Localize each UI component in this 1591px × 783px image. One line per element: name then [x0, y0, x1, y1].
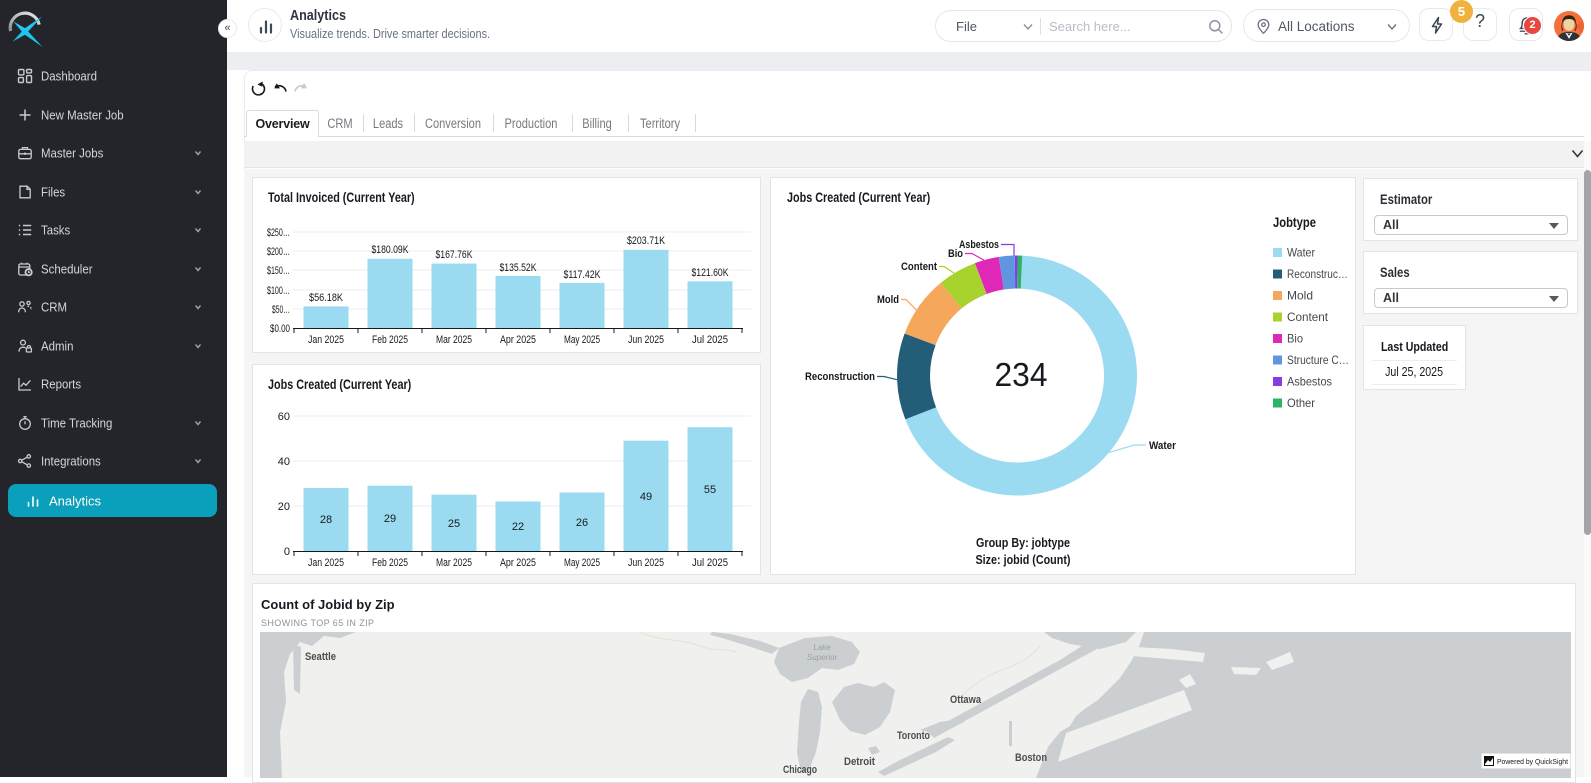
svg-text:Ottawa: Ottawa	[950, 694, 982, 706]
svg-text:$203.71K: $203.71K	[627, 235, 666, 247]
svg-text:Mold: Mold	[877, 294, 899, 306]
svg-text:0: 0	[284, 546, 290, 558]
svg-text:Apr 2025: Apr 2025	[500, 334, 536, 346]
svg-text:29: 29	[384, 513, 396, 525]
svg-text:Structure C…: Structure C…	[1287, 353, 1349, 367]
svg-text:Asbestos: Asbestos	[1287, 375, 1332, 389]
svg-text:Toronto: Toronto	[897, 730, 930, 742]
svg-text:$167.76K: $167.76K	[436, 249, 474, 261]
svg-text:Jun 2025: Jun 2025	[628, 557, 664, 569]
svg-text:Powered by QuickSight: Powered by QuickSight	[1497, 757, 1569, 766]
svg-text:Bio: Bio	[1287, 332, 1303, 346]
svg-text:$56.18K: $56.18K	[309, 292, 344, 304]
svg-text:Other: Other	[1287, 396, 1315, 410]
svg-text:$135.52K: $135.52K	[500, 262, 538, 274]
svg-text:Water: Water	[1287, 246, 1315, 260]
svg-text:28: 28	[320, 514, 332, 526]
svg-text:25: 25	[448, 518, 460, 530]
svg-text:Mar 2025: Mar 2025	[436, 334, 472, 346]
svg-text:Group By: jobtype: Group By: jobtype	[976, 536, 1070, 550]
svg-text:Reconstruction: Reconstruction	[805, 371, 875, 383]
svg-text:$100…: $100…	[267, 285, 290, 297]
svg-text:$0.00: $0.00	[270, 323, 290, 335]
svg-text:26: 26	[576, 517, 588, 529]
svg-text:Water: Water	[1149, 440, 1177, 452]
svg-text:Jobtype: Jobtype	[1273, 214, 1316, 230]
svg-text:Feb 2025: Feb 2025	[372, 334, 408, 346]
svg-text:$200…: $200…	[267, 246, 290, 258]
svg-text:Seattle: Seattle	[305, 651, 336, 663]
svg-text:Chicago: Chicago	[783, 764, 817, 776]
svg-text:Superior: Superior	[807, 653, 838, 662]
svg-text:Jan 2025: Jan 2025	[308, 334, 344, 346]
svg-text:20: 20	[278, 501, 290, 513]
svg-text:40: 40	[278, 456, 290, 468]
svg-text:Content: Content	[901, 261, 937, 273]
svg-text:Reconstruc…: Reconstruc…	[1287, 267, 1348, 281]
svg-text:Detroit: Detroit	[844, 756, 875, 768]
svg-text:Mold: Mold	[1287, 289, 1313, 303]
svg-text:$117.42K: $117.42K	[564, 269, 602, 281]
svg-text:May 2025: May 2025	[564, 557, 600, 569]
svg-text:Apr 2025: Apr 2025	[500, 557, 536, 569]
svg-text:234: 234	[995, 356, 1048, 393]
svg-text:Feb 2025: Feb 2025	[372, 557, 408, 569]
svg-text:22: 22	[512, 521, 524, 533]
svg-text:Jul 2025: Jul 2025	[692, 557, 728, 569]
svg-text:60: 60	[278, 411, 290, 423]
svg-text:$250…: $250…	[267, 227, 290, 239]
svg-text:Jan 2025: Jan 2025	[308, 557, 344, 569]
svg-text:May 2025: May 2025	[564, 334, 600, 346]
svg-text:Mar 2025: Mar 2025	[436, 557, 472, 569]
svg-text:$180.09K: $180.09K	[372, 244, 410, 256]
svg-text:Boston: Boston	[1015, 752, 1047, 764]
svg-text:Asbestos: Asbestos	[959, 239, 999, 251]
svg-text:Size: jobid (Count): Size: jobid (Count)	[976, 553, 1071, 567]
svg-text:49: 49	[640, 491, 652, 503]
svg-text:Jul 2025: Jul 2025	[692, 334, 728, 346]
svg-text:Jun 2025: Jun 2025	[628, 334, 664, 346]
svg-text:Content: Content	[1287, 310, 1329, 324]
svg-text:$50…: $50…	[272, 304, 290, 316]
svg-text:Lake: Lake	[813, 643, 831, 652]
svg-text:$150…: $150…	[267, 265, 290, 277]
svg-text:$121.60K: $121.60K	[692, 267, 730, 279]
svg-text:55: 55	[704, 484, 716, 496]
